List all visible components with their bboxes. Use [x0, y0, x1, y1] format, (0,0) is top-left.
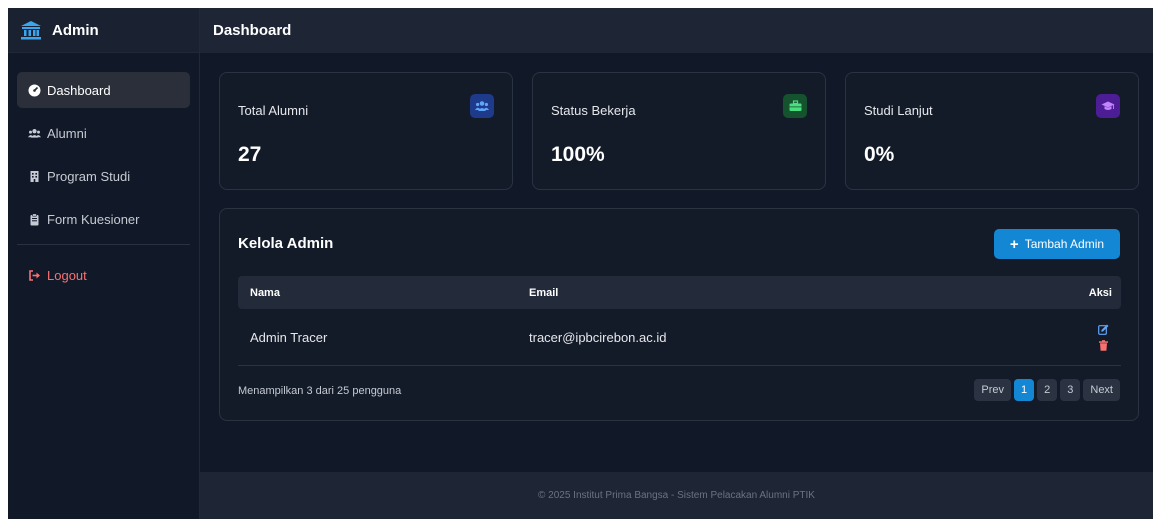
table-header: Nama Email Aksi: [238, 276, 1121, 309]
briefcase-icon: [783, 94, 807, 118]
page-footer: © 2025 Institut Prima Bangsa - Sistem Pe…: [200, 472, 1153, 519]
prev-page-button[interactable]: Prev: [974, 379, 1011, 401]
stat-card-value: 100%: [551, 143, 605, 166]
column-header-nama: Nama: [250, 286, 280, 299]
admin-panel: Kelola Admin + Tambah Admin Nama Email A…: [219, 208, 1139, 421]
stat-card-studi-lanjut: Studi Lanjut 0%: [845, 72, 1139, 190]
brand-title: Admin: [52, 21, 99, 39]
cell-aksi: [1061, 324, 1121, 351]
sidebar-item-form-kuesioner[interactable]: Form Kuesioner: [17, 201, 190, 237]
sidebar-item-label: Form Kuesioner: [47, 211, 140, 227]
admin-table: Nama Email Aksi Admin Tracer tracer@ipbc…: [238, 276, 1121, 366]
column-header-aksi: Aksi: [1088, 286, 1112, 299]
add-admin-button[interactable]: + Tambah Admin: [994, 229, 1120, 259]
sidebar-item-dashboard[interactable]: Dashboard: [17, 72, 190, 108]
page-button-3[interactable]: 3: [1060, 379, 1081, 401]
logout-button[interactable]: Logout: [17, 257, 190, 293]
users-icon: [28, 127, 41, 140]
cell-email: tracer@ipbcirebon.ac.id: [529, 329, 667, 345]
cell-nama: Admin Tracer: [250, 329, 328, 345]
stat-card-title: Studi Lanjut: [864, 103, 933, 118]
stat-cards: Total Alumni 27 Status Bekerja 100% Stud…: [219, 72, 1140, 190]
table-row: Admin Tracer tracer@ipbcirebon.ac.id: [238, 309, 1121, 366]
pagination-summary: Menampilkan 3 dari 25 pengguna: [238, 385, 402, 397]
graduation-cap-icon: [1096, 94, 1120, 118]
stat-card-title: Status Bekerja: [551, 103, 636, 118]
app-window: Admin Dashboard Alumni Program Studi For…: [8, 8, 1153, 519]
content: Total Alumni 27 Status Bekerja 100% Stud…: [200, 53, 1153, 421]
footer-text: © 2025 Institut Prima Bangsa - Sistem Pe…: [538, 490, 815, 501]
building-icon: [28, 170, 41, 183]
sidebar-item-program-studi[interactable]: Program Studi: [17, 158, 190, 194]
clipboard-icon: [28, 213, 41, 226]
page-header: Dashboard: [200, 8, 1153, 53]
sidebar-item-label: Dashboard: [47, 82, 111, 98]
logout-icon: [28, 269, 41, 282]
edit-icon[interactable]: [1098, 324, 1109, 335]
page-title: Dashboard: [213, 22, 292, 39]
users-icon: [470, 94, 494, 118]
plus-icon: +: [1009, 235, 1019, 253]
sidebar-item-label: Alumni: [47, 125, 87, 141]
stat-card-total-alumni: Total Alumni 27: [219, 72, 513, 190]
stat-card-title: Total Alumni: [238, 103, 309, 118]
column-header-email: Email: [529, 286, 559, 299]
stat-card-status-bekerja: Status Bekerja 100%: [532, 72, 826, 190]
stat-card-value: 27: [238, 143, 262, 166]
sidebar-nav: Dashboard Alumni Program Studi Form Kues…: [8, 53, 199, 293]
sidebar: Admin Dashboard Alumni Program Studi For…: [8, 8, 200, 519]
panel-title: Kelola Admin: [238, 235, 334, 252]
page-button-1[interactable]: 1: [1014, 379, 1035, 401]
main-area: Dashboard Total Alumni 27 Status Bekerja…: [200, 8, 1153, 519]
sidebar-item-alumni[interactable]: Alumni: [17, 115, 190, 151]
next-page-button[interactable]: Next: [1083, 379, 1120, 401]
logout-label: Logout: [47, 267, 87, 283]
add-admin-label: Tambah Admin: [1024, 237, 1105, 251]
page-button-2[interactable]: 2: [1037, 379, 1058, 401]
university-icon: [20, 19, 42, 41]
sidebar-divider: [17, 244, 190, 245]
dashboard-icon: [28, 84, 41, 97]
sidebar-brand: Admin: [8, 8, 199, 53]
pagination: Prev 1 2 3 Next: [974, 379, 1120, 401]
stat-card-value: 0%: [864, 143, 895, 166]
sidebar-item-label: Program Studi: [47, 168, 131, 184]
trash-icon[interactable]: [1098, 339, 1109, 351]
